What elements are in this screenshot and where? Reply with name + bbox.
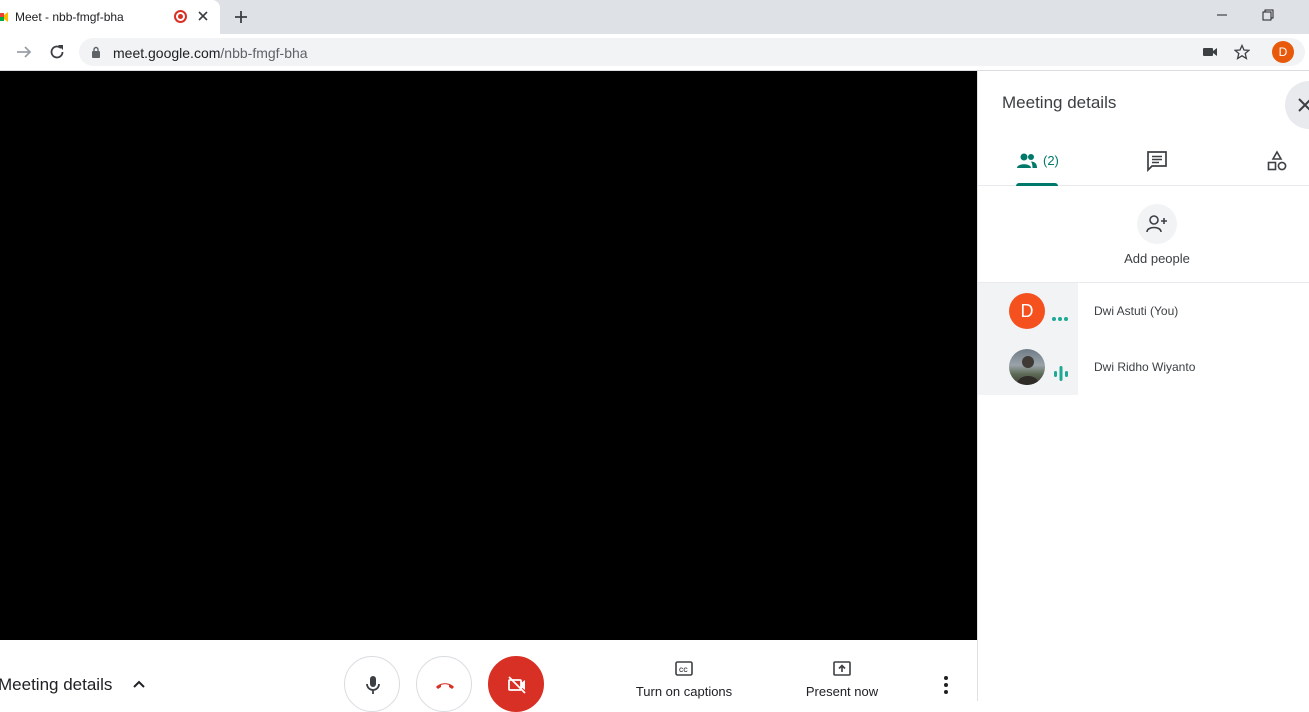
participant-avatar-cell: D — [978, 283, 1078, 339]
speaking-indicator-icon — [1054, 366, 1068, 381]
closed-captions-icon: CC — [675, 661, 693, 676]
tab-people[interactable]: (2) — [1016, 137, 1070, 186]
call-controls-bar: Meeting details CC Turn on captions Pres… — [0, 640, 977, 712]
camera-toggle-button[interactable] — [488, 656, 544, 712]
participant-photo-avatar — [1009, 349, 1045, 385]
microphone-icon — [366, 676, 380, 694]
shapes-icon — [1267, 150, 1287, 171]
tab-title: Meet - nbb-fmgf-bha — [15, 10, 124, 24]
add-people-circle[interactable] — [1137, 204, 1177, 244]
url-host: meet.google.com — [113, 45, 221, 61]
chevron-up-icon[interactable] — [131, 676, 147, 692]
new-tab-icon[interactable] — [232, 8, 250, 26]
tab-chat[interactable] — [1146, 137, 1170, 186]
meeting-details-panel: Meeting details (2) Add people D Dwi Ast… — [977, 71, 1309, 701]
close-panel-button[interactable] — [1285, 81, 1309, 129]
leave-call-button[interactable] — [416, 656, 472, 712]
more-options-icon[interactable] — [936, 674, 956, 696]
participant-avatar-cell — [978, 339, 1078, 395]
people-count: (2) — [1043, 153, 1059, 168]
url-path: /nbb-fmgf-bha — [220, 45, 308, 61]
bookmark-star-icon[interactable] — [1234, 44, 1250, 60]
add-person-icon — [1146, 215, 1167, 233]
video-stage — [0, 71, 977, 640]
meet-favicon-icon — [0, 12, 8, 22]
close-tab-icon[interactable] — [196, 9, 210, 23]
profile-avatar[interactable]: D — [1272, 41, 1294, 63]
reload-icon[interactable] — [47, 42, 67, 62]
active-tab-indicator — [1016, 183, 1058, 186]
recording-indicator-icon — [174, 10, 187, 23]
chat-icon — [1147, 151, 1167, 172]
meeting-details-toggle[interactable]: Meeting details — [0, 675, 112, 695]
camera-off-icon — [508, 676, 526, 694]
minimize-window-icon[interactable] — [1213, 6, 1231, 24]
tab-activities[interactable] — [1266, 137, 1290, 186]
person-silhouette-icon — [1017, 356, 1039, 385]
restore-window-icon[interactable] — [1259, 6, 1277, 24]
more-dots-icon[interactable] — [1051, 309, 1071, 325]
participant-row[interactable]: D Dwi Astuti (You) — [978, 283, 1309, 339]
url-text: meet.google.com/nbb-fmgf-bha — [113, 45, 308, 61]
svg-text:CC: CC — [679, 668, 688, 674]
captions-button[interactable]: CC Turn on captions — [630, 660, 738, 699]
add-people-label: Add people — [1124, 251, 1190, 266]
panel-title: Meeting details — [1002, 93, 1117, 112]
browser-toolbar: meet.google.com/nbb-fmgf-bha — [0, 34, 1309, 71]
forward-arrow-icon[interactable] — [14, 42, 34, 62]
participant-row[interactable]: Dwi Ridho Wiyanto — [978, 339, 1309, 395]
hang-up-icon — [436, 683, 454, 689]
present-screen-icon — [833, 661, 851, 676]
browser-tab[interactable]: Meet - nbb-fmgf-bha — [0, 0, 220, 34]
add-people-button[interactable]: Add people — [978, 201, 1309, 283]
browser-tabstrip: Meet - nbb-fmgf-bha — [0, 0, 1309, 34]
address-bar[interactable]: meet.google.com/nbb-fmgf-bha — [79, 38, 1305, 66]
panel-tabs: (2) — [978, 137, 1309, 186]
captions-label: Turn on captions — [635, 684, 733, 699]
close-icon — [1298, 98, 1309, 112]
camera-in-use-icon[interactable] — [1202, 44, 1218, 60]
participant-name: Dwi Astuti (You) — [1094, 304, 1179, 318]
present-label: Present now — [805, 684, 879, 699]
participant-name: Dwi Ridho Wiyanto — [1094, 360, 1196, 374]
people-icon — [1017, 153, 1037, 168]
present-now-button[interactable]: Present now — [796, 660, 888, 699]
participant-avatar: D — [1009, 293, 1045, 329]
lock-icon — [92, 46, 100, 58]
microphone-button[interactable] — [344, 656, 400, 712]
